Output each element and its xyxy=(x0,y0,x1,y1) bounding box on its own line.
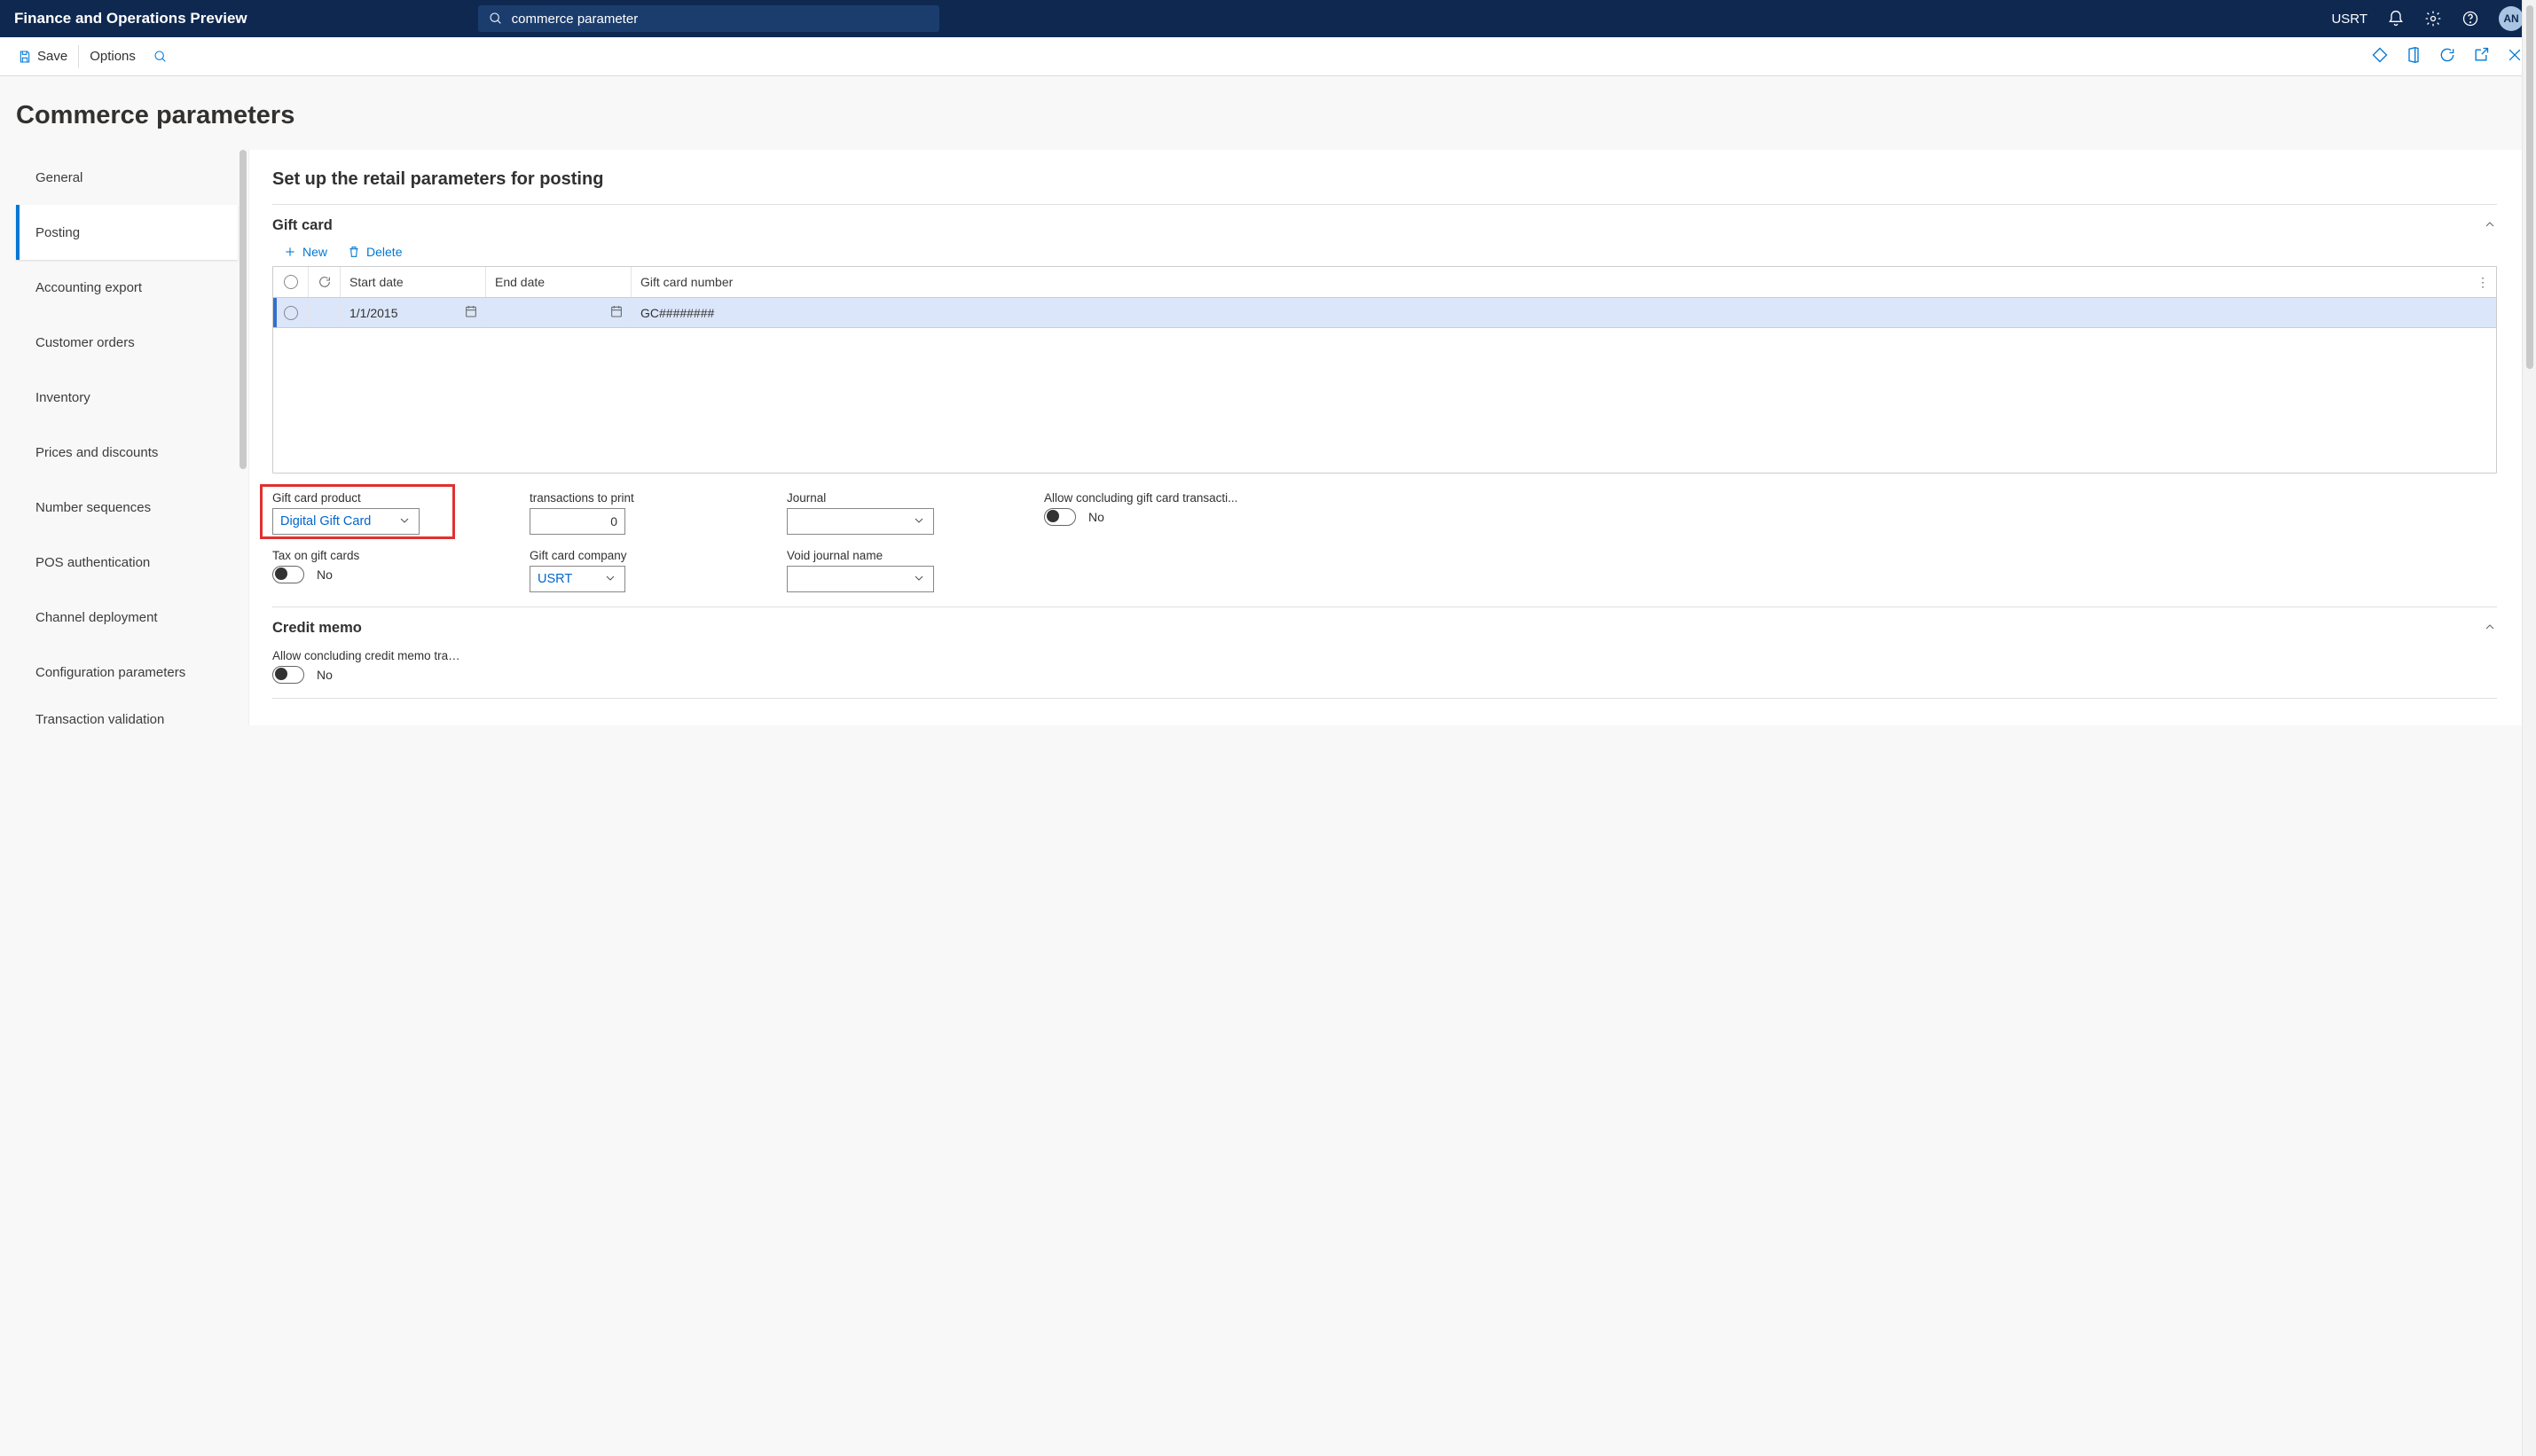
grid-empty-area xyxy=(273,327,2496,473)
sidebar-item-configuration-parameters[interactable]: Configuration parameters xyxy=(16,645,238,700)
journal-select[interactable] xyxy=(787,508,934,535)
transactions-to-print-label: transactions to print xyxy=(530,491,741,505)
chevron-down-icon xyxy=(397,513,412,530)
sidebar-item-pos-authentication[interactable]: POS authentication xyxy=(16,535,238,590)
tax-on-gift-cards-toggle[interactable] xyxy=(272,566,304,583)
col-end-date[interactable]: End date xyxy=(486,267,632,297)
chevron-down-icon xyxy=(603,571,617,588)
diamond-button[interactable] xyxy=(2371,46,2389,67)
chevron-down-icon xyxy=(912,513,926,530)
section-header-credit-memo[interactable]: Credit memo xyxy=(272,620,2497,637)
sidebar-item-posting[interactable]: Posting xyxy=(16,205,238,260)
search-icon xyxy=(489,12,503,26)
sidebar-item-transaction-validation[interactable]: Transaction validation xyxy=(16,700,238,739)
new-button[interactable]: New xyxy=(283,245,327,259)
global-search[interactable] xyxy=(478,5,939,32)
allow-concluding-cm-label: Allow concluding credit memo trans... xyxy=(272,649,464,662)
content-pane: Set up the retail parameters for posting… xyxy=(248,150,2527,725)
section-gift-card: Gift card New Delete xyxy=(272,205,2497,607)
calendar-icon[interactable] xyxy=(464,304,478,321)
search-icon xyxy=(153,50,168,64)
company-code[interactable]: USRT xyxy=(2331,12,2367,27)
void-journal-label: Void journal name xyxy=(787,549,998,562)
cell-start-date[interactable]: 1/1/2015 xyxy=(341,298,486,327)
delete-button[interactable]: Delete xyxy=(347,245,402,259)
sidebar-scrollbar[interactable] xyxy=(238,150,248,469)
bell-icon[interactable] xyxy=(2387,10,2405,27)
tax-on-gift-cards-value: No xyxy=(317,568,333,582)
grid-more-button[interactable]: ⋮ xyxy=(2469,267,2496,297)
transactions-to-print-input[interactable]: 0 xyxy=(530,508,625,535)
divider xyxy=(78,45,79,68)
cell-end-date[interactable] xyxy=(486,298,632,327)
col-gift-card-number[interactable]: Gift card number xyxy=(632,267,2469,297)
side-nav: General Posting Accounting export Custom… xyxy=(16,150,238,739)
gift-card-grid: Start date End date Gift card number ⋮ 1… xyxy=(272,266,2497,474)
row-checkbox[interactable] xyxy=(273,298,309,327)
cell-gift-card-number[interactable]: GC######## xyxy=(632,298,2496,327)
save-button[interactable]: Save xyxy=(9,43,76,69)
select-all-checkbox[interactable] xyxy=(273,267,309,297)
sidebar-item-inventory[interactable]: Inventory xyxy=(16,370,238,425)
section-header-gift-card[interactable]: Gift card xyxy=(272,217,2497,234)
trash-icon xyxy=(347,245,361,259)
sidebar-item-customer-orders[interactable]: Customer orders xyxy=(16,315,238,370)
page-title: Commerce parameters xyxy=(0,76,2536,150)
allow-concluding-gc-toggle[interactable] xyxy=(1044,508,1076,526)
avatar[interactable]: AN xyxy=(2499,6,2524,31)
gift-card-product-select[interactable]: Digital Gift Card xyxy=(272,508,420,535)
chevron-up-icon xyxy=(2483,620,2497,637)
grid-header: Start date End date Gift card number ⋮ xyxy=(273,267,2496,297)
close-button[interactable] xyxy=(2506,46,2524,67)
content-scrollbar[interactable] xyxy=(2522,0,2536,1456)
chevron-up-icon xyxy=(2483,217,2497,234)
gift-card-product-label: Gift card product xyxy=(272,491,483,505)
gear-icon[interactable] xyxy=(2424,10,2442,27)
popout-button[interactable] xyxy=(2472,46,2490,67)
gift-card-company-label: Gift card company xyxy=(530,549,741,562)
section-credit-memo: Credit memo Allow concluding credit memo… xyxy=(272,607,2497,699)
col-start-date[interactable]: Start date xyxy=(341,267,486,297)
sidebar-item-general[interactable]: General xyxy=(16,150,238,205)
action-bar: Save Options xyxy=(0,37,2536,76)
section-title: Gift card xyxy=(272,217,333,234)
office-button[interactable] xyxy=(2405,46,2422,67)
options-button[interactable]: Options xyxy=(81,43,145,69)
allow-concluding-gc-label: Allow concluding gift card transacti... xyxy=(1044,491,1239,505)
app-title: Finance and Operations Preview xyxy=(14,10,247,27)
plus-icon xyxy=(283,245,297,259)
options-label: Options xyxy=(90,49,136,64)
grid-refresh-button[interactable] xyxy=(309,267,341,297)
save-label: Save xyxy=(37,49,67,64)
chevron-down-icon xyxy=(912,571,926,588)
sidebar-item-accounting-export[interactable]: Accounting export xyxy=(16,260,238,315)
gift-card-company-select[interactable]: USRT xyxy=(530,566,625,592)
allow-concluding-gc-value: No xyxy=(1088,510,1104,524)
grid-row[interactable]: 1/1/2015 GC######## xyxy=(273,297,2496,327)
help-icon[interactable] xyxy=(2461,10,2479,27)
top-app-bar: Finance and Operations Preview USRT AN xyxy=(0,0,2536,37)
pane-title: Set up the retail parameters for posting xyxy=(272,169,2497,190)
refresh-button[interactable] xyxy=(2438,46,2456,67)
save-icon xyxy=(18,50,32,64)
calendar-icon[interactable] xyxy=(609,304,624,321)
void-journal-select[interactable] xyxy=(787,566,934,592)
find-button[interactable] xyxy=(145,44,177,69)
allow-concluding-cm-toggle[interactable] xyxy=(272,666,304,684)
sidebar-item-channel-deployment[interactable]: Channel deployment xyxy=(16,590,238,645)
sidebar-item-prices-discounts[interactable]: Prices and discounts xyxy=(16,425,238,480)
journal-label: Journal xyxy=(787,491,998,505)
allow-concluding-cm-value: No xyxy=(317,668,333,682)
sidebar-item-number-sequences[interactable]: Number sequences xyxy=(16,480,238,535)
tax-on-gift-cards-label: Tax on gift cards xyxy=(272,549,483,562)
search-input[interactable] xyxy=(512,12,929,27)
section-title: Credit memo xyxy=(272,620,362,637)
